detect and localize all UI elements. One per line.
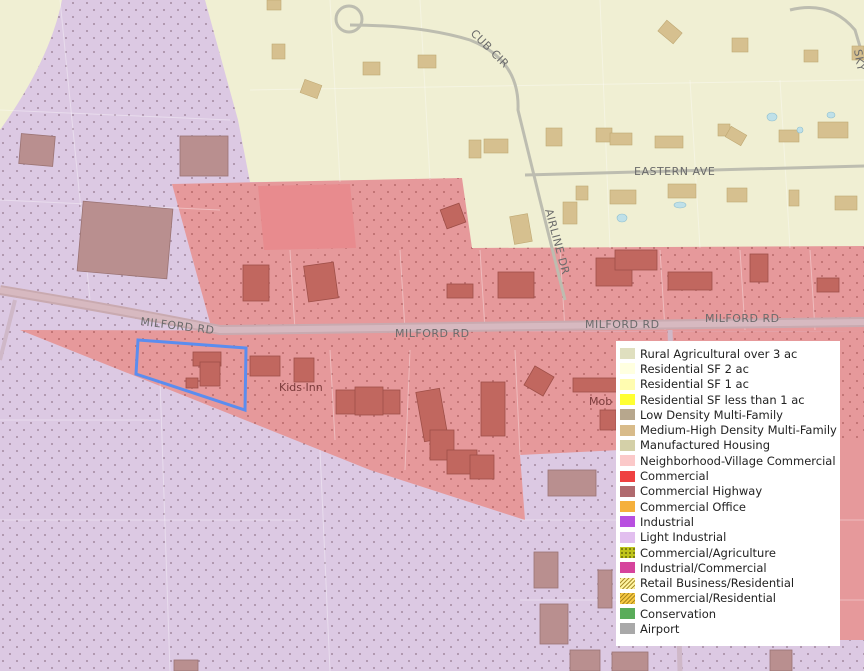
commercial-zone-parcel — [258, 184, 356, 250]
legend-item: Commercial/Residential — [620, 591, 840, 606]
legend-label: Commercial Highway — [640, 484, 763, 499]
legend-swatch — [620, 485, 635, 497]
legend-swatch — [620, 501, 635, 513]
legend-label: Commercial/Agriculture — [640, 545, 776, 560]
legend-label: Manufactured Housing — [640, 438, 771, 453]
legend-item: Conservation — [620, 606, 840, 621]
legend-swatch — [620, 531, 635, 543]
legend-item: Commercial Office — [620, 499, 840, 514]
legend-item: Rural Agricultural over 3 ac — [620, 346, 840, 361]
legend-label: Residential SF 2 ac — [640, 361, 749, 376]
legend-swatch — [620, 394, 635, 406]
legend-item: Commercial Highway — [620, 484, 840, 499]
legend-swatch — [620, 363, 635, 375]
legend-label: Commercial Office — [640, 499, 747, 514]
map-legend: Rural Agricultural over 3 ac Residential … — [616, 341, 840, 646]
legend-label: Industrial/Commercial — [640, 560, 767, 575]
place-label-mob: Mob — [589, 395, 612, 408]
street-label-milford-2: MILFORD RD — [395, 327, 470, 340]
legend-item: Manufactured Housing — [620, 438, 840, 453]
legend-item: Residential SF 1 ac — [620, 377, 840, 392]
legend-swatch — [620, 592, 635, 604]
legend-label: Light Industrial — [640, 530, 727, 545]
legend-item: Neighborhood-Village Commercial — [620, 453, 840, 468]
legend-item: Industrial — [620, 514, 840, 529]
legend-label: Retail Business/Residential — [640, 576, 795, 591]
legend-swatch — [620, 348, 635, 360]
legend-swatch — [620, 439, 635, 451]
legend-label: Residential SF less than 1 ac — [640, 392, 805, 407]
legend-swatch — [620, 623, 635, 635]
legend-item: Industrial/Commercial — [620, 560, 840, 575]
legend-label: Conservation — [640, 606, 717, 621]
legend-swatch — [620, 409, 635, 421]
legend-label: Airport — [640, 621, 680, 636]
legend-label: Neighborhood-Village Commercial — [640, 453, 836, 468]
legend-label: Industrial — [640, 514, 694, 529]
legend-swatch — [620, 424, 635, 436]
legend-item: Retail Business/Residential — [620, 575, 840, 590]
legend-label: Medium-High Density Multi-Family — [640, 423, 837, 438]
legend-swatch — [620, 608, 635, 620]
legend-swatch — [620, 547, 635, 558]
legend-item: Residential SF less than 1 ac — [620, 392, 840, 407]
legend-swatch — [620, 455, 635, 467]
legend-label: Rural Agricultural over 3 ac — [640, 346, 798, 361]
legend-swatch — [620, 378, 635, 390]
legend-label: Low Density Multi-Family — [640, 407, 783, 422]
legend-label: Commercial — [640, 469, 709, 484]
legend-item: Light Industrial — [620, 530, 840, 545]
legend-item: Medium-High Density Multi-Family — [620, 422, 840, 437]
legend-swatch — [620, 516, 635, 528]
legend-label: Commercial/Residential — [640, 591, 777, 606]
legend-label: Residential SF 1 ac — [640, 377, 749, 392]
street-label-milford-4: MILFORD RD — [705, 312, 780, 325]
legend-swatch — [620, 470, 635, 482]
legend-item: Airport — [620, 621, 840, 636]
street-label-milford-3: MILFORD RD — [585, 318, 660, 331]
legend-item: Commercial — [620, 468, 840, 483]
legend-swatch — [620, 577, 635, 589]
street-label-eastern: EASTERN AVE — [634, 165, 715, 178]
legend-item: Commercial/Agriculture — [620, 545, 840, 560]
place-label-kids-inn: Kids Inn — [279, 381, 323, 394]
legend-item: Low Density Multi-Family — [620, 407, 840, 422]
legend-item: Residential SF 2 ac — [620, 361, 840, 376]
legend-swatch — [620, 562, 635, 574]
